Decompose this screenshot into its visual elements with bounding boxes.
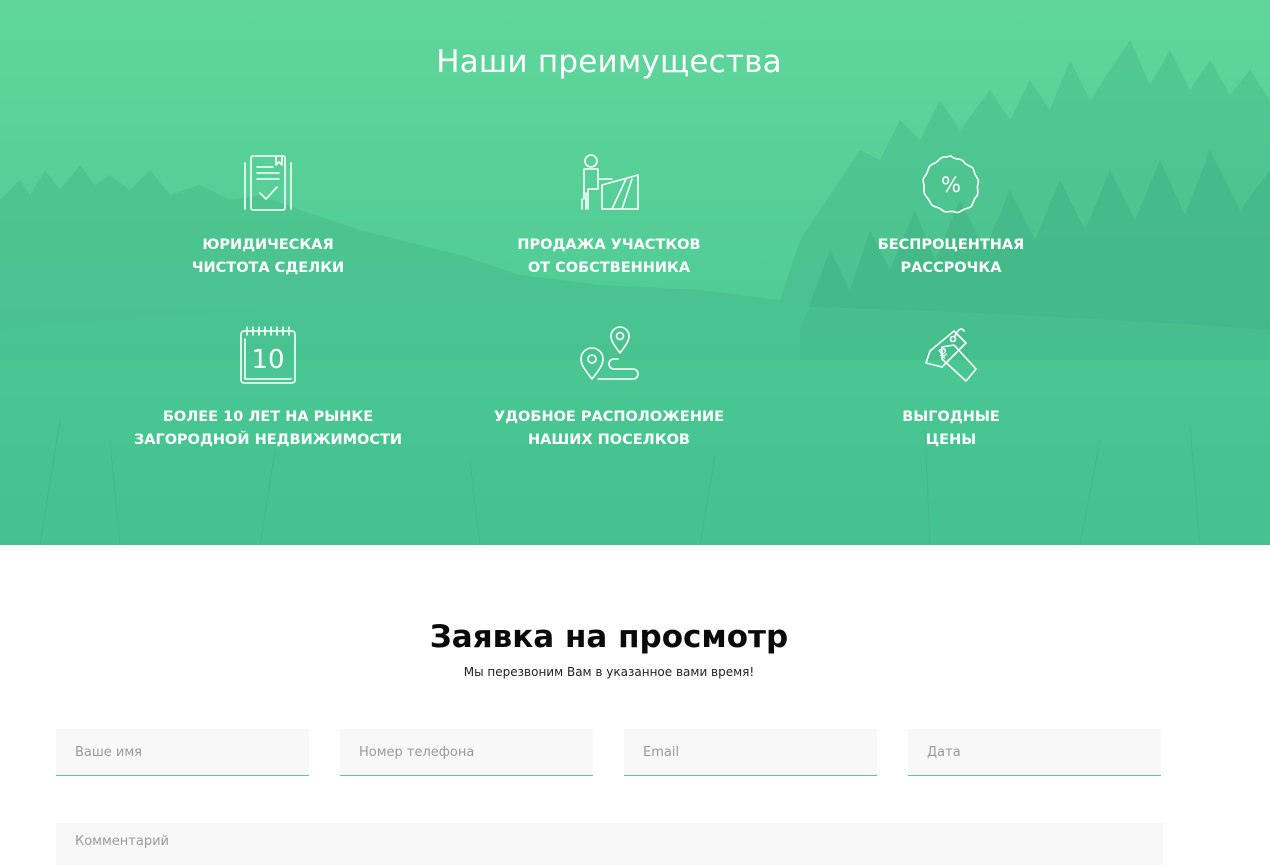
calendar-day: 10 xyxy=(251,345,284,375)
name-input[interactable] xyxy=(56,729,309,776)
advantage-label: Удобное расположение наших поселков xyxy=(493,409,725,448)
advantage-location: Удобное расположение наших поселков xyxy=(459,325,759,452)
advantage-owner-sale: Продажа участков от собственника xyxy=(459,153,759,280)
request-form-title: Заявка на просмотр xyxy=(429,619,789,655)
phone-input[interactable] xyxy=(340,729,593,776)
email-input[interactable] xyxy=(624,729,877,776)
advantages-title: Наши преимущества xyxy=(436,44,782,80)
advantage-label: Юридическая чистота сделки xyxy=(191,237,345,276)
advantages-section: Наши преимущества Юридическая чистота сд… xyxy=(0,0,1270,545)
location-route-icon xyxy=(580,326,639,380)
advantage-prices: ₽ Выгодные цены xyxy=(801,325,1101,452)
advantage-experience: 10 Более 10 лет на рынке загородной недв… xyxy=(118,325,418,452)
calendar-10-icon: 10 xyxy=(240,326,296,384)
advantage-installment: % Беспроцентная рассрочка xyxy=(801,153,1101,280)
advantage-label: Более 10 лет на рынке загородной недвижи… xyxy=(133,409,403,448)
owner-land-icon xyxy=(581,154,639,210)
comment-textarea[interactable] xyxy=(56,823,1163,865)
svg-text:%: % xyxy=(941,173,961,197)
percent-badge-icon: % xyxy=(922,155,980,214)
advantage-label: Выгодные цены xyxy=(902,409,1000,448)
date-input[interactable] xyxy=(908,729,1161,776)
request-form-subtitle: Мы перезвоним Вам в указанное вами время… xyxy=(463,665,755,679)
document-check-icon xyxy=(244,155,292,211)
svg-text:₽: ₽ xyxy=(936,345,953,363)
price-tag-icon: ₽ xyxy=(925,328,977,382)
advantage-label: Беспроцентная рассрочка xyxy=(877,237,1025,276)
advantage-legal-purity: Юридическая чистота сделки xyxy=(118,153,418,280)
advantage-label: Продажа участков от собственника xyxy=(517,237,701,276)
